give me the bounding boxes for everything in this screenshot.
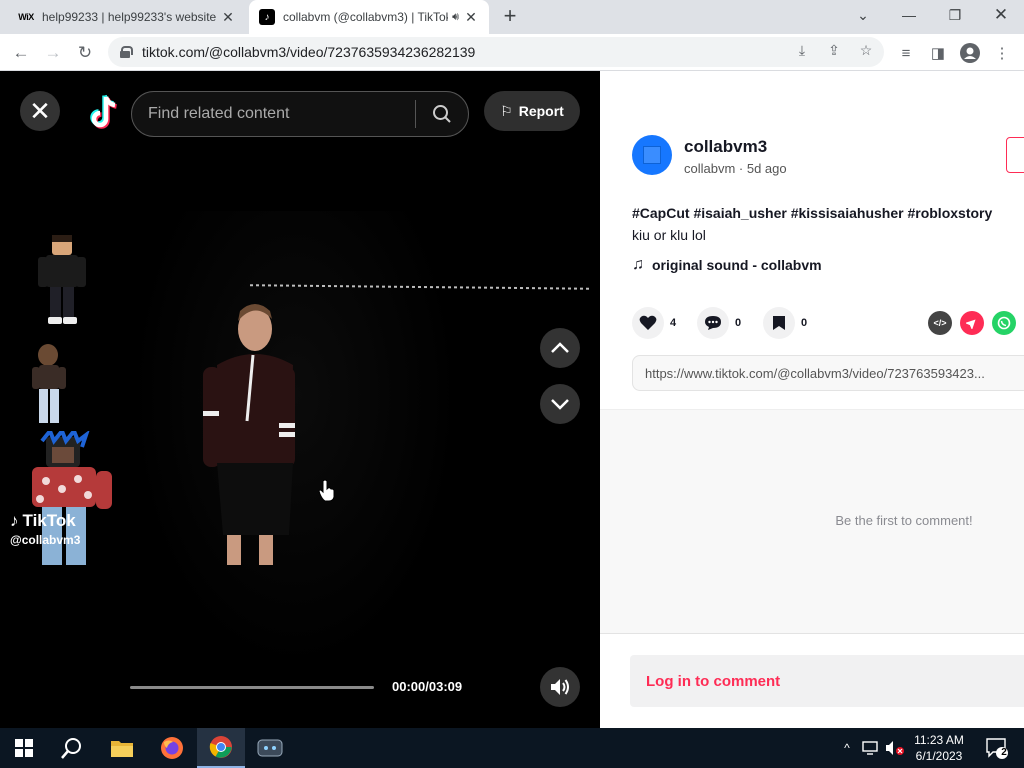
notification-center-icon[interactable]: 2 xyxy=(980,728,1014,768)
watermark-brand-text: TikTok xyxy=(22,511,76,530)
login-to-comment-button[interactable]: Log in to comment xyxy=(630,655,1024,707)
forward-button[interactable]: → xyxy=(40,40,66,66)
close-tab-icon[interactable]: ✕ xyxy=(220,9,236,26)
heart-icon xyxy=(632,307,664,339)
video-person-figure xyxy=(203,304,295,565)
address-bar[interactable]: tiktok.com/@collabvm3/video/723763593423… xyxy=(108,37,884,67)
video-player[interactable]: ✕ Find related content ⚐ Report ♪ TikTok… xyxy=(0,71,600,728)
search-icon[interactable] xyxy=(416,104,468,124)
windows-taskbar: ^ 11:23 AM 6/1/2023 2 xyxy=(0,728,1024,768)
new-tab-button[interactable]: + xyxy=(498,5,522,29)
tray-overflow-icon[interactable]: ^ xyxy=(838,728,856,768)
profile-icon[interactable] xyxy=(957,40,983,66)
video-avatar-figure xyxy=(38,235,86,324)
post-details-panel: collabvm3 collabvm · 5d ago #CapCut #isa… xyxy=(600,71,1024,728)
network-icon[interactable] xyxy=(860,728,882,768)
search-input[interactable]: Find related content xyxy=(131,91,469,137)
send-icon[interactable] xyxy=(960,311,984,335)
minimize-button[interactable]: — xyxy=(886,0,932,30)
author-username[interactable]: collabvm3 xyxy=(684,137,767,157)
favorite-button[interactable]: 0 xyxy=(763,307,807,339)
close-video-button[interactable]: ✕ xyxy=(20,91,60,131)
music-title: original sound - collabvm xyxy=(652,257,822,273)
comment-count: 0 xyxy=(735,317,742,329)
avatar[interactable] xyxy=(632,135,672,175)
back-button[interactable]: ← xyxy=(8,40,34,66)
system-clock[interactable]: 11:23 AM 6/1/2023 xyxy=(906,732,972,764)
audio-playing-icon[interactable]: 🔊︎ xyxy=(452,11,459,24)
embed-icon[interactable]: </> xyxy=(928,311,952,335)
clock-date: 6/1/2023 xyxy=(915,749,963,763)
like-count: 4 xyxy=(670,317,677,329)
video-time: 00:00/03:09 xyxy=(392,679,463,694)
post-description: #CapCut #isaiah_usher #kissisaiahusher #… xyxy=(632,202,1024,246)
report-label: Report xyxy=(518,103,564,119)
favorite-count: 0 xyxy=(801,317,808,329)
tab-title: help99233 | help99233's website xyxy=(42,10,216,24)
report-button[interactable]: ⚐ Report xyxy=(484,91,580,131)
tab-help99233[interactable]: WiX help99233 | help99233's website ✕ xyxy=(8,0,246,34)
maximize-button[interactable]: ❐ xyxy=(932,0,978,30)
search-icon[interactable] xyxy=(48,728,96,768)
file-explorer-icon[interactable] xyxy=(98,728,146,768)
tiktok-favicon-icon: ♪ xyxy=(259,9,275,25)
post-hashtags[interactable]: #CapCut #isaiah_usher #kissisaiahusher #… xyxy=(632,202,1024,224)
tiktok-logo-icon[interactable] xyxy=(86,93,122,131)
tab-tiktok[interactable]: ♪ collabvm (@collabvm3) | TikTok 🔊︎ ✕ xyxy=(249,0,489,34)
clock-time: 11:23 AM xyxy=(914,733,964,747)
wix-favicon-icon: WiX xyxy=(18,12,34,22)
comment-button[interactable]: 0 xyxy=(697,307,741,339)
comment-icon xyxy=(697,307,729,339)
reload-button[interactable]: ↻ xyxy=(72,40,98,66)
next-video-button[interactable] xyxy=(540,384,580,424)
close-tab-icon[interactable]: ✕ xyxy=(463,9,479,26)
close-window-button[interactable]: ✕ xyxy=(978,0,1024,30)
tiktok-note-icon: ♪ xyxy=(10,511,19,530)
previous-video-button[interactable] xyxy=(540,328,580,368)
video-link-field[interactable]: https://www.tiktok.com/@collabvm3/video/… xyxy=(632,355,1024,391)
like-button[interactable]: 4 xyxy=(632,307,676,339)
volume-muted-icon[interactable] xyxy=(884,728,906,768)
flag-icon: ⚐ xyxy=(500,102,513,119)
whatsapp-icon[interactable] xyxy=(992,311,1016,335)
media-controls-icon[interactable]: ≡ xyxy=(893,40,919,66)
tiktok-watermark: ♪ TikTok @collabvm3 xyxy=(10,511,80,547)
tab-title: collabvm (@collabvm3) | TikTok xyxy=(283,10,449,24)
windows-start-icon[interactable] xyxy=(0,728,48,768)
empty-comments-message: Be the first to comment! xyxy=(835,513,973,528)
bookmark-icon xyxy=(763,307,795,339)
share-icon[interactable]: ⇪ xyxy=(824,40,844,60)
video-progress-bar[interactable] xyxy=(130,686,374,689)
browser-tab-strip: WiX help99233 | help99233's website ✕ ♪ … xyxy=(0,0,1024,34)
install-app-icon[interactable]: ⤓ xyxy=(792,40,812,60)
video-avatar-figure xyxy=(32,431,112,565)
tab-search-icon[interactable]: ⌄ xyxy=(840,0,886,30)
bookmark-star-icon[interactable]: ☆ xyxy=(856,40,876,60)
follow-button[interactable] xyxy=(1006,137,1024,173)
music-link[interactable]: ♫ original sound - collabvm xyxy=(632,256,822,274)
browser-toolbar: ← → ↻ tiktok.com/@collabvm3/video/723763… xyxy=(0,34,1024,71)
remote-desktop-icon[interactable] xyxy=(246,728,294,768)
post-caption: kiu or klu lol xyxy=(632,227,706,243)
search-placeholder: Find related content xyxy=(148,105,290,122)
author-subtitle: collabvm · 5d ago xyxy=(684,161,787,176)
lock-icon[interactable] xyxy=(120,46,133,58)
side-panel-icon[interactable]: ◨ xyxy=(925,40,951,66)
music-note-icon: ♫ xyxy=(632,256,644,273)
hand-cursor-icon xyxy=(318,479,335,502)
video-avatar-figure xyxy=(32,344,66,423)
firefox-icon[interactable] xyxy=(148,728,196,768)
watermark-handle: @collabvm3 xyxy=(10,533,81,547)
volume-button[interactable] xyxy=(540,667,580,707)
watermark-brand: ♪ TikTok xyxy=(10,511,80,531)
notification-count: 2 xyxy=(1001,747,1007,758)
chrome-icon[interactable] xyxy=(197,728,245,768)
menu-icon[interactable]: ⋮ xyxy=(989,40,1015,66)
url-text: tiktok.com/@collabvm3/video/723763593423… xyxy=(142,44,476,60)
